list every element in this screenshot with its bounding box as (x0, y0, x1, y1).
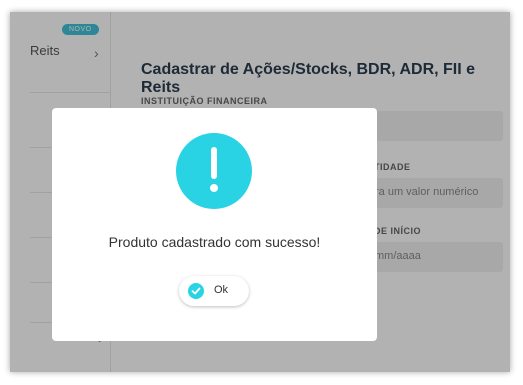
ok-label: Ok (214, 284, 229, 296)
app-window: NOVO Reits › › Cadastrar de Ações/Stocks… (10, 12, 510, 372)
check-icon (188, 283, 204, 299)
ok-button[interactable]: Ok (179, 276, 249, 306)
dialog-message: Produto cadastrado com sucesso! (108, 234, 321, 250)
exclamation-icon (176, 133, 252, 209)
success-dialog: Produto cadastrado com sucesso! Ok (52, 108, 377, 341)
